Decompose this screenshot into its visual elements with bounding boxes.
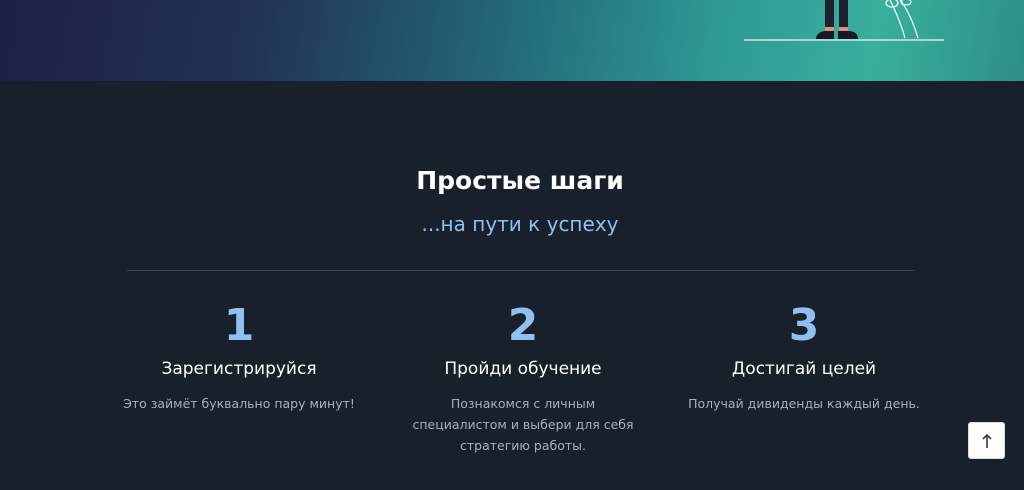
- step-item: 2 Пройди обучение Познакомся с личным сп…: [393, 296, 653, 456]
- step-item: 1 Зарегистрируйся Это займёт буквально п…: [109, 296, 369, 414]
- step-description: Познакомся с личным специалистом и выбер…: [412, 396, 634, 453]
- section-subtitle: ...на пути к успеху: [421, 212, 619, 236]
- step-title: Зарегистрируйся: [161, 359, 317, 379]
- step-description: Это займёт буквально пару минут!: [123, 396, 355, 411]
- person-illustration: [744, 0, 944, 41]
- step-title: Достигай целей: [731, 359, 877, 379]
- steps-list: 1 Зарегистрируйся Это займёт буквально п…: [120, 296, 920, 466]
- hero-banner: [0, 0, 1024, 81]
- step-number: 2: [507, 300, 539, 351]
- step-number: 1: [223, 300, 255, 351]
- arrow-up-icon: [981, 433, 992, 448]
- step-item: 3 Достигай целей Получай дивиденды кажды…: [674, 296, 934, 414]
- step-number: 3: [788, 300, 820, 351]
- scroll-to-top-button[interactable]: [968, 422, 1005, 459]
- section-title: Простые шаги: [416, 166, 624, 195]
- step-title: Пройди обучение: [444, 359, 602, 379]
- step-description: Получай дивиденды каждый день.: [688, 396, 920, 411]
- divider: [127, 270, 914, 271]
